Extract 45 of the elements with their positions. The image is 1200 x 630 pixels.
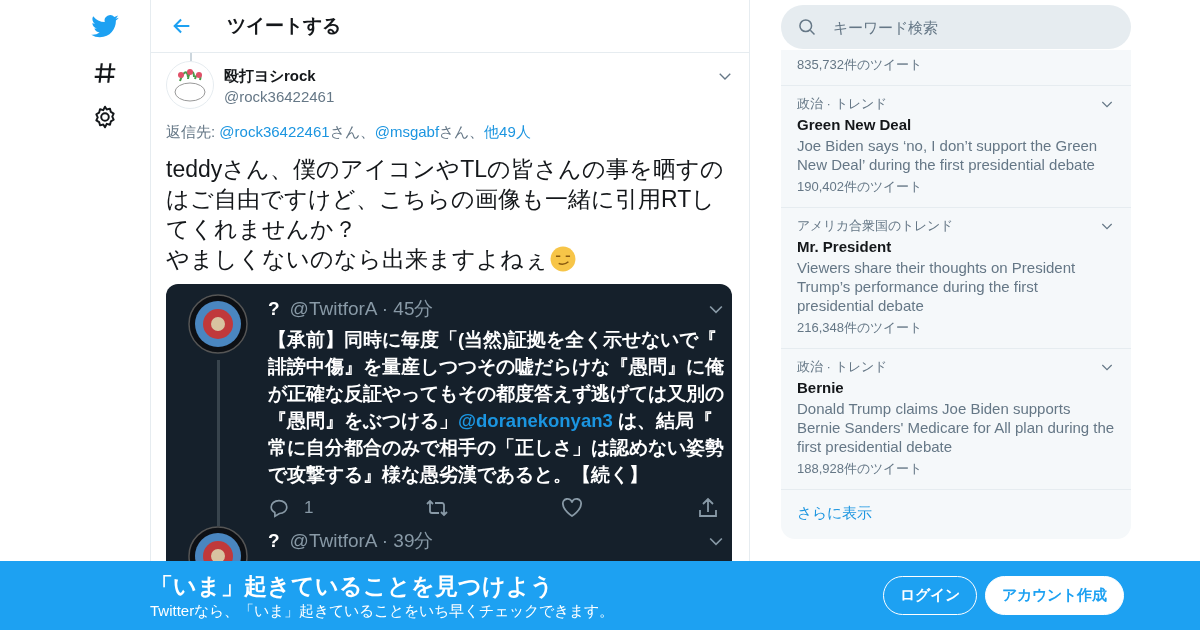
tweet-text: やましくないのなら出来ますよねぇ [166,245,548,274]
inner-tweet-text: 【承前】同時に毎度「(当然)証拠を全く示せないで『誹謗中傷』を量産しつつその嘘だらけな『愚問』に俺が正確な反証やってもその都度答えず逃げては又別の『愚問』をぶつける」@doranekonyan3 は、結局『常に自分都合のみで相手の「正しさ」は認めない姿勢で攻撃する』様な愚劣漢であると。【続く】 [268,328,725,487]
trend-description: Donald Trump claims Joe Biden supports Bernie Sanders' Medicare for All plan during the first presidential debate [797,399,1115,456]
page-title: ツイートする [227,14,341,38]
search-icon [797,17,817,37]
trend-title[interactable]: Mr. President [797,238,892,255]
trend-tweet-count: 835,732件のツイート [797,56,922,74]
heart-icon [560,496,585,520]
trend-description: Viewers share their thoughts on President Trump’s performance during the first presidential debate [797,258,1077,315]
settings-icon[interactable] [92,104,118,130]
trend-tweet-count: 216,348件のツイート [797,319,922,337]
banner-title: 「いま」起きていることを見つけよう [150,571,554,601]
trend-description: Joe Biden says ‘no, I don’t support the Green New Deal’ during the first presidential debate [797,136,1099,174]
smirk-emoji-icon [550,246,576,272]
search-field[interactable]: キーワード検索 [781,5,1131,49]
reply-mention-link[interactable]: @msgabf [374,123,440,140]
trend-title[interactable]: Green New Deal [797,116,912,133]
trend-category: 政治 · トレンド [797,358,887,376]
inner-tweet-name: ? [268,298,280,320]
show-more-link[interactable]: さらに表示 [781,490,888,539]
trend-title[interactable]: Bernie [797,379,844,396]
reply-separator: さん、 [439,123,485,140]
author-handle[interactable]: @rock36422461 [224,88,335,105]
hashtag-icon[interactable] [92,60,118,86]
inner-tweet-name: ? [268,530,280,552]
reply-mention-link[interactable]: 他49人 [484,123,531,140]
reply-icon [268,497,290,519]
inner-tweet-handle: @TwitforA · 45分 [289,297,434,321]
reply-mention-link[interactable]: @rock36422461 [219,123,330,140]
target-avatar-icon [188,294,248,354]
trend-category: 政治 · トレンド [797,95,887,113]
tweet-image[interactable]: ? @TwitforA · 45分 【承前】同時に毎度「(当然)証拠を全く示せないで『誹謗中傷』を量産しつつその嘘だらけな『愚問』に俺が正確な反証やってもその都度答えず逃げては又別の『愚問』をぶつける」@doranekonyan3 は、結局『常に自分都合のみで相手の「正しさ」は認めない姿勢で攻撃する』様な愚劣漢であると。【続く】 1 ? @TwitforA · 39分 [166,284,732,561]
trend-category: アメリカ合衆国のトレンド [797,217,953,235]
reply-count: 1 [304,498,314,518]
trend-tweet-count: 188,928件のツイート [797,460,922,478]
reply-label: 返信先: [166,123,216,140]
search-input[interactable]: キーワード検索 [831,17,1095,37]
tweet-text: teddyさん、僕のアイコンやTLの皆さんの事を晒すのはご自由ですけど、こちらの画像も一緒に引用RTしてくれませんか？ [166,155,726,244]
inner-tweet-handle: @TwitforA · 39分 [289,529,434,553]
banner-subtitle: Twitterなら、「いま」起きていることをいち早くチェックできます。 [150,601,615,621]
reply-separator: さん、 [329,123,375,140]
trend-tweet-count: 190,402件のツイート [797,178,922,196]
avatar[interactable] [166,61,214,109]
author-name[interactable]: 殴打ヨシrock [224,67,316,86]
signup-button[interactable]: アカウント作成 [985,576,1124,615]
